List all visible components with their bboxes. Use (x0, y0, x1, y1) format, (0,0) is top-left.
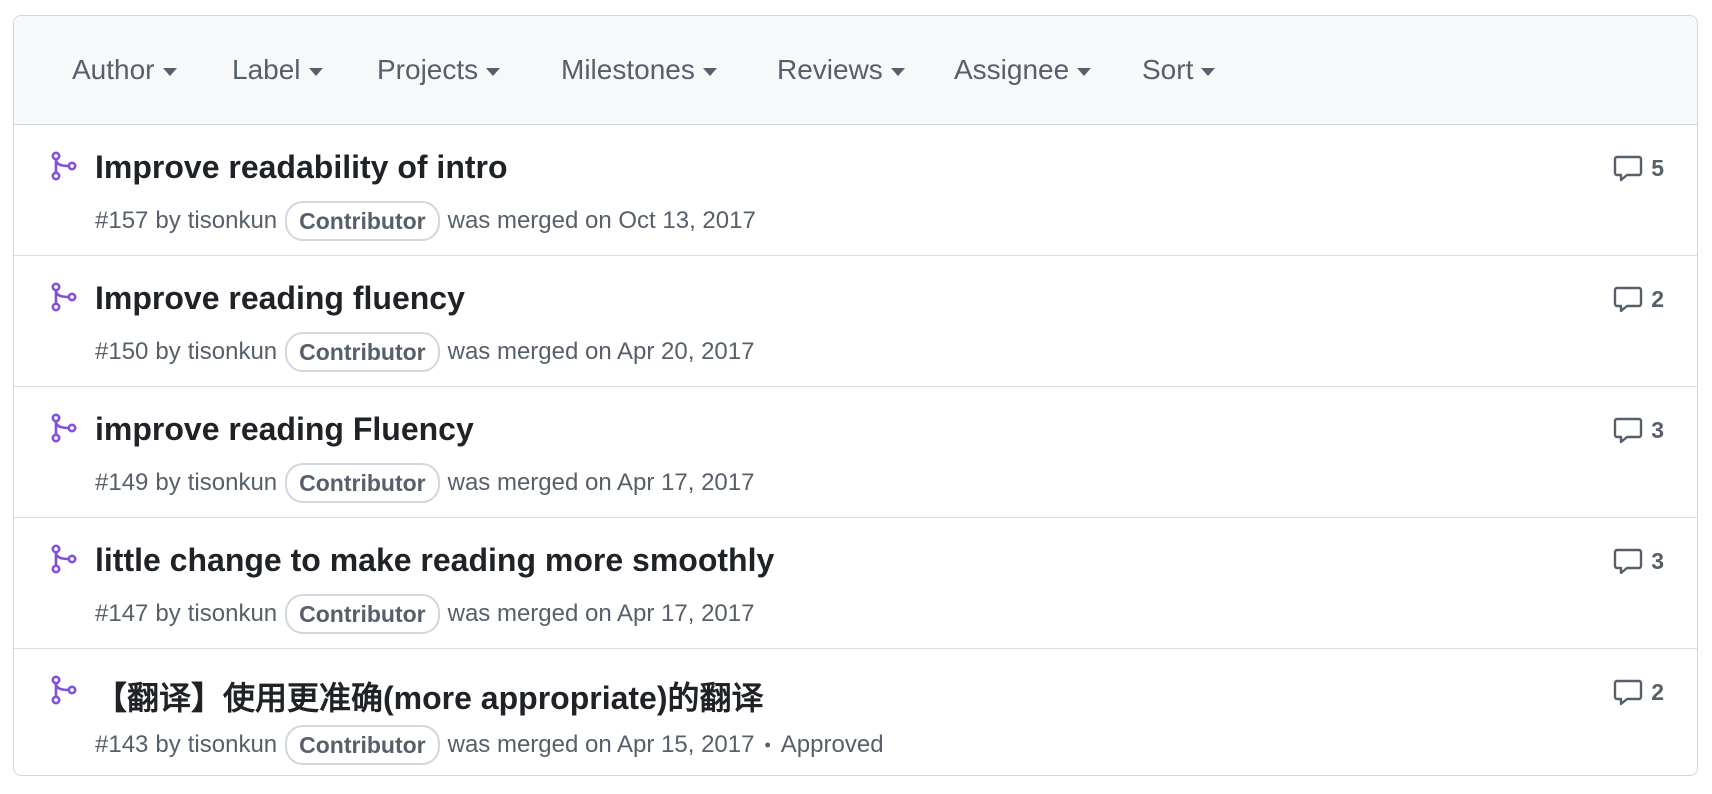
projects-filter-dropdown[interactable]: Projects (377, 16, 501, 124)
author-link[interactable]: tisonkun (188, 338, 277, 366)
pull-request-meta: #157 by tisonkun Contributor was merged … (95, 201, 756, 241)
pull-request-meta: #149 by tisonkun Contributor was merged … (95, 463, 754, 503)
caret-down-icon (308, 68, 323, 76)
pull-request-list: Author Label Projects Milestones Reviews… (13, 15, 1698, 776)
merge-status: was merged on Oct 13, 2017 (447, 207, 756, 234)
comment-count: 2 (1651, 285, 1664, 312)
author-link[interactable]: tisonkun (188, 469, 277, 497)
caret-down-icon (162, 68, 177, 76)
comments-link[interactable]: 5 (1613, 153, 1664, 183)
merge-status: was merged on Apr 17, 2017 (447, 600, 755, 627)
sort-dropdown[interactable]: Sort (1142, 16, 1216, 124)
contributor-badge: Contributor (285, 594, 440, 634)
contributor-badge: Contributor (285, 725, 440, 765)
review-separator: • (764, 734, 771, 755)
pull-request-title-link[interactable]: 【翻译】使用更准确(more appropriate)的翻译 (95, 673, 764, 719)
author-filter-label: Author (72, 54, 155, 85)
by-text: by (155, 731, 181, 758)
pull-request-title-link[interactable]: Improve reading fluency (95, 280, 465, 317)
caret-down-icon (890, 68, 905, 76)
comment-icon (1614, 679, 1643, 706)
reviews-filter-dropdown[interactable]: Reviews (777, 16, 905, 124)
pull-request-row: 【翻译】使用更准确(more appropriate)的翻译 #143 by t… (14, 649, 1697, 775)
label-filter-label: Label (232, 54, 301, 85)
label-filter-dropdown[interactable]: Label (232, 16, 323, 124)
pull-request-row: little change to make reading more smoot… (14, 518, 1697, 649)
merge-status: was merged on Apr 20, 2017 (447, 338, 755, 365)
by-text: by (155, 207, 181, 234)
contributor-badge: Contributor (285, 332, 440, 372)
caret-down-icon (702, 68, 717, 76)
pull-request-row: improve reading Fluency #149 by tisonkun… (14, 387, 1697, 518)
caret-down-icon (1201, 68, 1216, 76)
review-status-link[interactable]: Approved (781, 731, 884, 759)
merged-pull-request-icon (51, 282, 77, 312)
milestones-filter-label: Milestones (561, 54, 695, 85)
pull-request-rows: Improve readability of intro #157 by tis… (14, 125, 1697, 775)
pull-request-meta: #147 by tisonkun Contributor was merged … (95, 594, 754, 634)
sort-label: Sort (1142, 54, 1194, 85)
by-text: by (155, 469, 181, 496)
merge-status: was merged on Apr 15, 2017 (447, 731, 755, 758)
pull-request-title-link[interactable]: little change to make reading more smoot… (95, 542, 774, 579)
comment-icon (1614, 286, 1643, 313)
comment-count: 3 (1651, 416, 1664, 443)
pull-request-row: Improve reading fluency #150 by tisonkun… (14, 256, 1697, 387)
comment-count: 5 (1651, 154, 1664, 181)
pull-request-number: #143 (95, 731, 149, 758)
pull-request-number: #147 (95, 600, 149, 627)
caret-down-icon (1077, 68, 1092, 76)
pull-request-number: #157 (95, 207, 149, 234)
merged-pull-request-icon (51, 544, 77, 574)
reviews-filter-label: Reviews (777, 54, 883, 85)
comment-icon (1614, 548, 1643, 575)
pull-request-title-link[interactable]: improve reading Fluency (95, 411, 474, 448)
pull-request-meta: #150 by tisonkun Contributor was merged … (95, 332, 754, 372)
merged-pull-request-icon (51, 413, 77, 443)
assignee-filter-label: Assignee (954, 54, 1070, 85)
by-text: by (155, 338, 181, 365)
merged-pull-request-icon (51, 151, 77, 181)
author-link[interactable]: tisonkun (188, 600, 277, 628)
filter-toolbar: Author Label Projects Milestones Reviews… (14, 16, 1697, 125)
contributor-badge: Contributor (285, 201, 440, 241)
comment-icon (1614, 417, 1643, 444)
comment-icon (1614, 155, 1643, 182)
merge-status: was merged on Apr 17, 2017 (447, 469, 755, 496)
milestones-filter-dropdown[interactable]: Milestones (561, 16, 717, 124)
pull-request-row: Improve readability of intro #157 by tis… (14, 125, 1697, 256)
comment-count: 2 (1651, 678, 1664, 705)
comments-link[interactable]: 2 (1613, 677, 1664, 707)
pull-request-number: #150 (95, 338, 149, 365)
author-link[interactable]: tisonkun (188, 731, 277, 759)
caret-down-icon (486, 68, 501, 76)
comments-link[interactable]: 2 (1613, 284, 1664, 314)
assignee-filter-dropdown[interactable]: Assignee (954, 16, 1092, 124)
contributor-badge: Contributor (285, 463, 440, 503)
comments-link[interactable]: 3 (1613, 546, 1664, 576)
comments-link[interactable]: 3 (1613, 415, 1664, 445)
comment-count: 3 (1651, 547, 1664, 574)
projects-filter-label: Projects (377, 54, 479, 85)
merged-pull-request-icon (51, 675, 77, 705)
pull-request-number: #149 (95, 469, 149, 496)
pull-request-title-link[interactable]: Improve readability of intro (95, 149, 508, 186)
author-filter-dropdown[interactable]: Author (72, 16, 177, 124)
pull-request-meta: #143 by tisonkun Contributor was merged … (95, 725, 884, 765)
by-text: by (155, 600, 181, 627)
author-link[interactable]: tisonkun (188, 207, 277, 235)
